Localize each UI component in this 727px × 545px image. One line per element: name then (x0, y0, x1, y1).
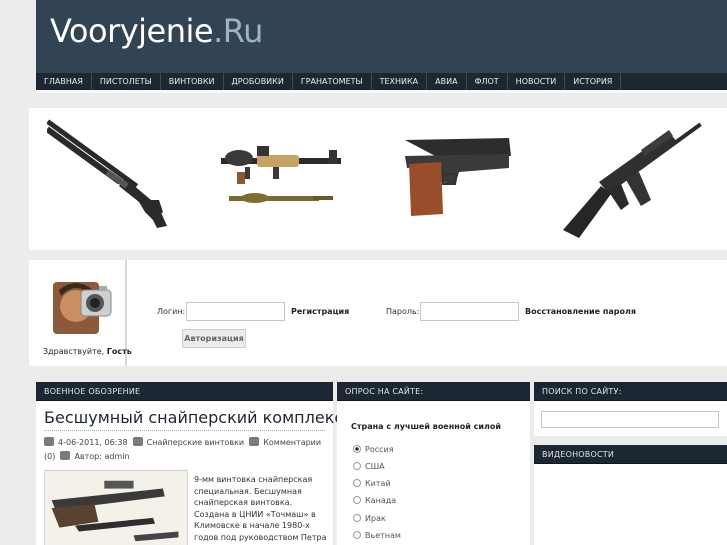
title-divider (44, 430, 325, 431)
poll-option-vietnam[interactable]: Вьетнам (353, 531, 401, 540)
assault-rifle-image[interactable] (559, 112, 719, 242)
pistol-image[interactable] (399, 134, 514, 219)
logo-text-domain: .Ru (213, 12, 263, 50)
logo-text-main: Vooryjenie (50, 12, 214, 50)
guest-avatar (53, 282, 112, 334)
recover-password-link[interactable]: Восстановление пароля (525, 307, 636, 316)
search-header: ПОИСК ПО САЙТУ: (534, 382, 727, 401)
poll-question: Страна с лучшей военной силой (351, 422, 501, 431)
user-area: Здравствуйте, Гость (29, 260, 132, 366)
login-button[interactable]: Авторизация (182, 329, 246, 348)
article-image[interactable] (44, 470, 188, 545)
article-author: Автор: admin (74, 452, 130, 461)
news-header: ВОЕННОЕ ОБОЗРЕНИЕ (36, 382, 333, 401)
poll-header: ОПРОС НА САЙТЕ: (337, 382, 530, 401)
poll-option-label: США (365, 462, 385, 471)
nav-item-shotguns[interactable]: ДРОБОВИКИ (224, 73, 293, 90)
poll-column: ОПРОС НА САЙТЕ: Страна с лучшей военной … (337, 382, 530, 545)
poll-option-russia[interactable]: Россия (353, 445, 394, 454)
nav-item-history[interactable]: ИСТОРИЯ (565, 73, 622, 90)
rpg-launcher-image[interactable] (217, 144, 347, 210)
clock-icon (44, 437, 54, 446)
poll-option-iraq[interactable]: Ирак (353, 514, 386, 523)
nav-item-grenade-launchers[interactable]: ГРАНАТОМЕТЫ (293, 73, 372, 90)
nav-item-pistols[interactable]: ПИСТОЛЕТЫ (92, 73, 161, 90)
radio-icon[interactable] (353, 462, 361, 470)
weapons-banner (29, 108, 727, 250)
poll-option-label: Вьетнам (365, 531, 401, 540)
article-date: 4-06-2011, 06:38 (58, 438, 128, 447)
login-input[interactable] (186, 302, 285, 321)
nav-item-home[interactable]: ГЛАВНАЯ (36, 73, 92, 90)
radio-icon[interactable] (353, 496, 361, 504)
login-panel: Здравствуйте, Гость Логин: Регистрация П… (29, 260, 727, 366)
password-label: Пароль: (386, 307, 420, 316)
video-column: ВИДЕОНОВОСТИ (534, 445, 727, 545)
article-excerpt: 9-мм винтовка снайперская специальная. Б… (194, 475, 327, 545)
article-comments[interactable]: Комментарии (263, 438, 321, 447)
article-category[interactable]: Снайперские винтовки (147, 438, 245, 447)
login-label: Логин: (157, 307, 186, 316)
comments-icon (249, 437, 260, 446)
search-input[interactable] (541, 411, 719, 428)
nav-item-rifles[interactable]: ВИНТОВКИ (161, 73, 224, 90)
category-icon (132, 437, 143, 446)
poll-option-label: Ирак (365, 514, 386, 523)
poll-option-label: Китай (365, 479, 391, 488)
video-header: ВИДЕОНОВОСТИ (534, 445, 727, 464)
main-nav: ГЛАВНАЯ ПИСТОЛЕТЫ ВИНТОВКИ ДРОБОВИКИ ГРА… (36, 73, 727, 90)
article-meta: 4-06-2011, 06:38 Снайперские винтовки Ко… (44, 436, 334, 464)
poll-option-china[interactable]: Китай (353, 479, 391, 488)
site-header: Vooryjenie.Ru (36, 0, 727, 73)
nav-item-navy[interactable]: ФЛОТ (467, 73, 508, 90)
greeting-text: Здравствуйте, (43, 347, 105, 356)
poll-option-label: Россия (365, 445, 394, 454)
shotgun-image[interactable] (47, 116, 177, 231)
radio-selected-icon[interactable] (353, 445, 361, 453)
radio-icon[interactable] (353, 514, 361, 522)
nav-item-vehicles[interactable]: ТЕХНИКА (372, 73, 428, 90)
author-icon (60, 451, 71, 460)
nav-item-news[interactable]: НОВОСТИ (508, 73, 566, 90)
site-logo[interactable]: Vooryjenie.Ru (50, 12, 263, 50)
greeting-user: Гость (106, 347, 132, 356)
poll-option-label: Канада (365, 496, 397, 505)
comments-count: (0) (44, 452, 56, 461)
search-column: ПОИСК ПО САЙТУ: (534, 382, 727, 436)
news-column: ВОЕННОЕ ОБОЗРЕНИЕ Бесшумный снайперский … (36, 382, 343, 545)
poll-option-usa[interactable]: США (353, 462, 385, 471)
radio-icon[interactable] (353, 479, 361, 487)
password-input[interactable] (420, 302, 519, 321)
radio-icon[interactable] (353, 531, 361, 539)
register-link[interactable]: Регистрация (291, 307, 349, 316)
nav-item-aviation[interactable]: АВИА (427, 73, 467, 90)
greeting: Здравствуйте, Гость (43, 347, 132, 356)
nav-divider (36, 90, 727, 93)
poll-option-canada[interactable]: Канада (353, 496, 396, 505)
article-title[interactable]: Бесшумный снайперский комплекс (44, 408, 343, 427)
